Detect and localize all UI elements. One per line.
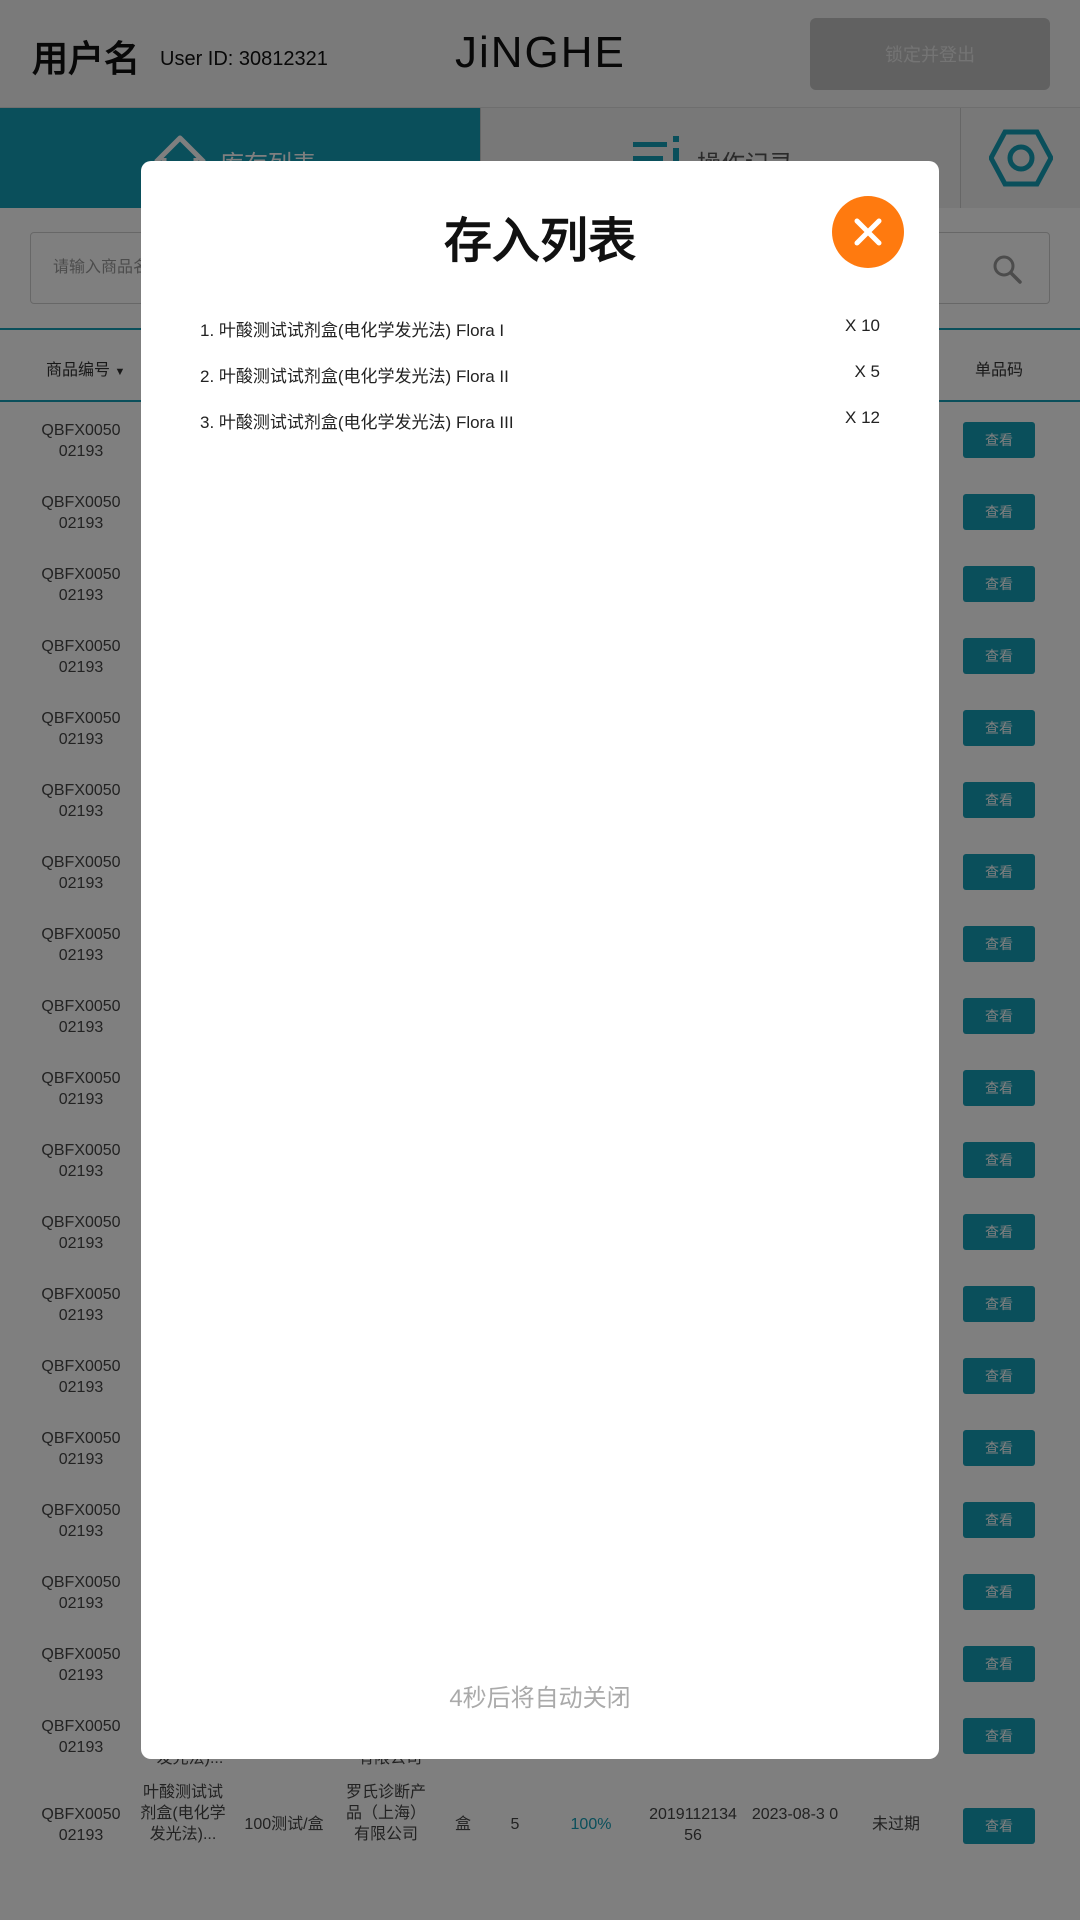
list-item: 1. 叶酸测试试剂盒(电化学发光法) Flora I X 10 xyxy=(200,316,880,362)
item-quantity: X 12 xyxy=(845,408,880,427)
item-name: 1. 叶酸测试试剂盒(电化学发光法) Flora I xyxy=(200,321,505,340)
list-item: 3. 叶酸测试试剂盒(电化学发光法) Flora III X 12 xyxy=(200,408,880,454)
list-item: 2. 叶酸测试试剂盒(电化学发光法) Flora II X 5 xyxy=(200,362,880,408)
item-quantity: X 10 xyxy=(845,316,880,335)
item-name: 2. 叶酸测试试剂盒(电化学发光法) Flora II xyxy=(200,367,509,386)
item-name: 3. 叶酸测试试剂盒(电化学发光法) Flora III xyxy=(200,413,514,432)
close-icon xyxy=(854,218,882,246)
modal-title: 存入列表 xyxy=(443,215,636,268)
deposit-items-list: 1. 叶酸测试试剂盒(电化学发光法) Flora I X 10 2. 叶酸测试试… xyxy=(200,316,880,454)
item-quantity: X 5 xyxy=(854,362,880,381)
deposit-list-modal: 存入列表 1. 叶酸测试试剂盒(电化学发光法) Flora I X 10 2. … xyxy=(141,161,939,1759)
auto-close-countdown: 4秒后将自动关闭 xyxy=(449,1685,631,1712)
close-button[interactable] xyxy=(832,196,904,268)
